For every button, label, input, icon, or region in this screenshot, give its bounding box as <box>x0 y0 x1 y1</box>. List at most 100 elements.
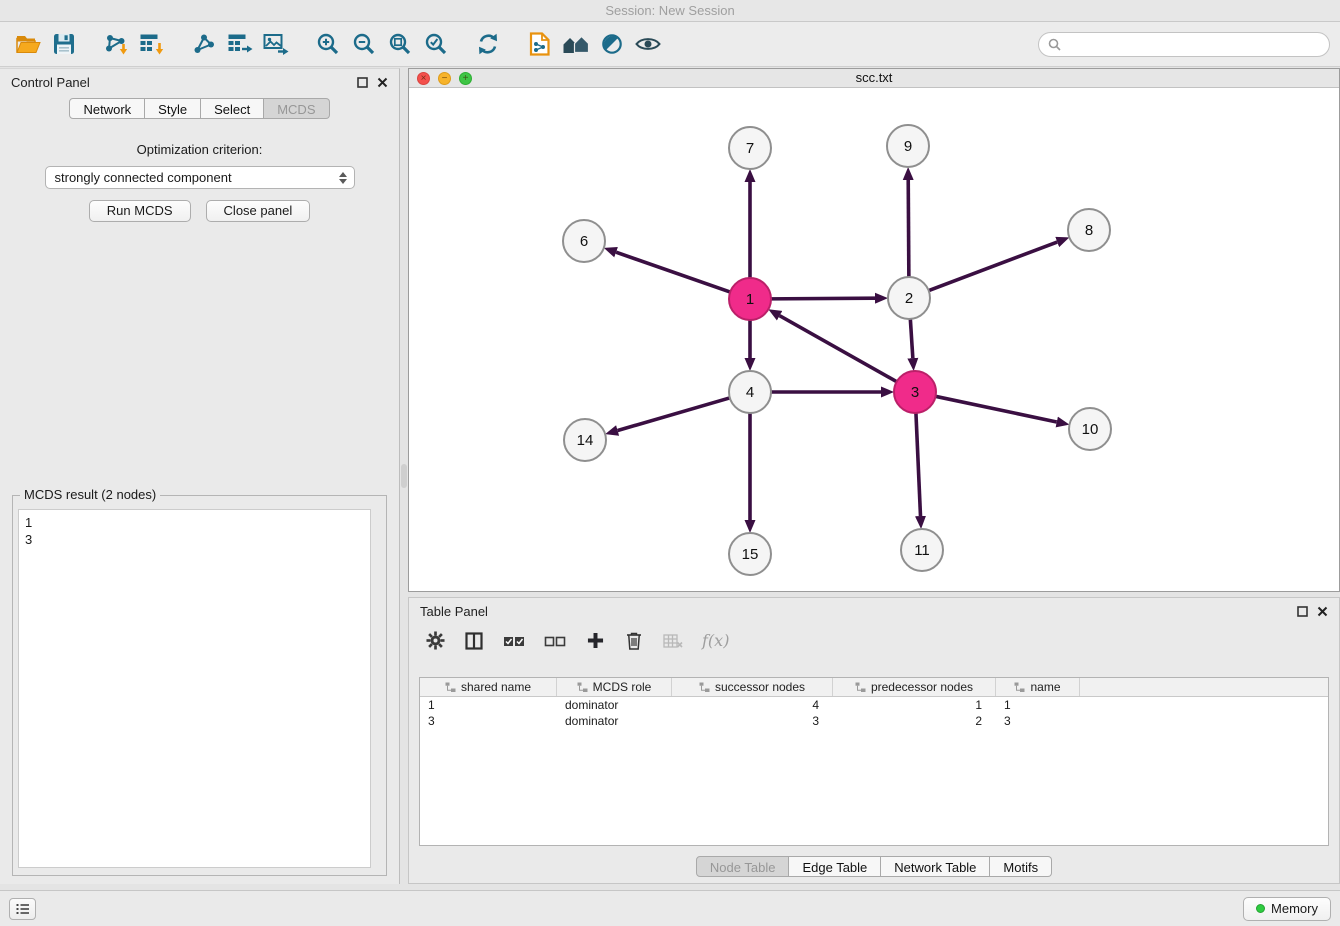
graph-edge-2-9[interactable] <box>908 180 909 279</box>
unchecked-boxes-icon <box>544 633 566 649</box>
window-titlebar[interactable]: Session: New Session <box>0 0 1340 22</box>
network-graph[interactable]: 7 9 6 8 1 2 4 3 14 10 15 11 <box>409 88 1339 591</box>
deselect-all-rows-button[interactable] <box>544 630 566 652</box>
graphics-details-icon <box>601 33 623 55</box>
graph-edge-2-3[interactable] <box>910 317 913 358</box>
show-hide-button[interactable] <box>630 26 666 62</box>
control-tab-network[interactable]: Network <box>69 98 145 119</box>
zoom-window-button[interactable]: + <box>459 72 472 85</box>
graph-node-1[interactable]: 1 <box>729 278 771 320</box>
save-session-button[interactable] <box>46 26 82 62</box>
import-network-button[interactable] <box>98 26 134 62</box>
graph-edge-1-2[interactable] <box>769 298 875 299</box>
zoom-selected-button[interactable] <box>418 26 454 62</box>
network-window-titlebar[interactable]: ×−+ scc.txt <box>409 69 1339 88</box>
new-network-icon <box>192 32 216 56</box>
memory-button[interactable]: Memory <box>1243 897 1331 921</box>
network-canvas[interactable]: 7 9 6 8 1 2 4 3 14 10 15 11 <box>409 88 1339 591</box>
mcds-result-title: MCDS result (2 nodes) <box>20 487 160 502</box>
columns-icon <box>465 632 483 650</box>
control-panel: Control Panel NetworkStyleSelectMCDS Opt… <box>0 68 400 884</box>
splitter-handle[interactable] <box>401 464 407 488</box>
graph-node-3[interactable]: 3 <box>894 371 936 413</box>
control-tab-mcds[interactable]: MCDS <box>264 98 329 119</box>
mcds-result-list[interactable]: 13 <box>18 509 371 868</box>
graph-edge-4-14[interactable] <box>618 397 732 430</box>
open-folder-icon <box>15 33 41 55</box>
search-box[interactable] <box>1038 32 1330 57</box>
table-close-panel-icon[interactable] <box>1317 606 1328 617</box>
graph-edge-1-6[interactable] <box>616 252 732 293</box>
control-tab-select[interactable]: Select <box>201 98 264 119</box>
graph-node-6[interactable]: 6 <box>563 220 605 262</box>
table-float-panel-icon[interactable] <box>1297 606 1308 617</box>
export-image-button[interactable] <box>258 26 294 62</box>
close-panel-button[interactable]: Close panel <box>206 200 311 222</box>
close-panel-icon[interactable] <box>377 77 388 88</box>
graphics-details-button[interactable] <box>594 26 630 62</box>
column-header-successor-nodes[interactable]: successor nodes <box>672 678 833 696</box>
table-panel-title: Table Panel <box>420 604 488 619</box>
zoom-in-button[interactable] <box>310 26 346 62</box>
column-header-predecessor-nodes[interactable]: predecessor nodes <box>833 678 996 696</box>
graph-node-14[interactable]: 14 <box>564 419 606 461</box>
table-tab-network-table[interactable]: Network Table <box>881 856 990 877</box>
search-input[interactable] <box>1066 37 1320 52</box>
graph-node-4[interactable]: 4 <box>729 371 771 413</box>
svg-text:7: 7 <box>746 140 754 157</box>
save-floppy-icon <box>53 33 75 55</box>
mcds-result-group: MCDS result (2 nodes) 13 <box>12 495 387 876</box>
zoom-fit-button[interactable] <box>382 26 418 62</box>
criterion-dropdown[interactable]: strongly connected component <box>45 166 355 189</box>
graph-edge-3-11[interactable] <box>916 411 921 516</box>
select-all-rows-button[interactable] <box>503 630 525 652</box>
graph-node-2[interactable]: 2 <box>888 277 930 319</box>
checked-boxes-icon <box>503 633 525 649</box>
graph-node-9[interactable]: 9 <box>887 125 929 167</box>
graph-edge-3-1[interactable] <box>780 316 899 383</box>
table-settings-button[interactable] <box>425 630 445 652</box>
table-row[interactable]: 3dominator323 <box>420 713 1328 729</box>
new-network-button[interactable] <box>186 26 222 62</box>
panel-splitter[interactable] <box>400 68 408 884</box>
graph-node-8[interactable]: 8 <box>1068 209 1110 251</box>
table-row[interactable]: 1dominator411 <box>420 697 1328 713</box>
export-network-button[interactable] <box>522 26 558 62</box>
table-tab-edge-table[interactable]: Edge Table <box>789 856 881 877</box>
table-tab-node-table[interactable]: Node Table <box>696 856 790 877</box>
new-table-button[interactable] <box>222 26 258 62</box>
graph-edge-3-10[interactable] <box>934 396 1057 422</box>
column-header-label: name <box>1030 680 1060 694</box>
graph-edge-2-8[interactable] <box>927 242 1057 291</box>
svg-text:8: 8 <box>1085 222 1093 239</box>
table-tab-motifs[interactable]: Motifs <box>990 856 1052 877</box>
column-header-shared-name[interactable]: shared name <box>420 678 557 696</box>
import-network-icon <box>103 32 129 56</box>
run-mcds-button[interactable]: Run MCDS <box>89 200 191 222</box>
svg-text:3: 3 <box>911 384 919 401</box>
graph-node-11[interactable]: 11 <box>901 529 943 571</box>
graph-node-15[interactable]: 15 <box>729 533 771 575</box>
graph-node-7[interactable]: 7 <box>729 127 771 169</box>
delete-rows-button[interactable] <box>624 630 644 652</box>
add-row-button[interactable] <box>585 630 605 652</box>
table-panel-header: Table Panel <box>409 598 1339 624</box>
show-columns-button[interactable] <box>464 630 484 652</box>
zoom-out-button[interactable] <box>346 26 382 62</box>
float-panel-icon[interactable] <box>357 77 368 88</box>
open-session-button[interactable] <box>10 26 46 62</box>
column-header-MCDS-role[interactable]: MCDS role <box>557 678 672 696</box>
table-body: 1dominator4113dominator323 <box>420 697 1328 729</box>
import-table-button[interactable] <box>134 26 170 62</box>
window-controls: ×−+ <box>417 72 472 85</box>
column-header-filler <box>1080 678 1328 696</box>
minimize-window-button[interactable]: − <box>438 72 451 85</box>
table-cell: 2 <box>833 713 996 729</box>
column-header-name[interactable]: name <box>996 678 1080 696</box>
close-window-button[interactable]: × <box>417 72 430 85</box>
graph-node-10[interactable]: 10 <box>1069 408 1111 450</box>
refresh-view-button[interactable] <box>470 26 506 62</box>
control-tab-style[interactable]: Style <box>145 98 201 119</box>
home-view-button[interactable] <box>558 26 594 62</box>
automation-panel-button[interactable] <box>9 898 36 920</box>
